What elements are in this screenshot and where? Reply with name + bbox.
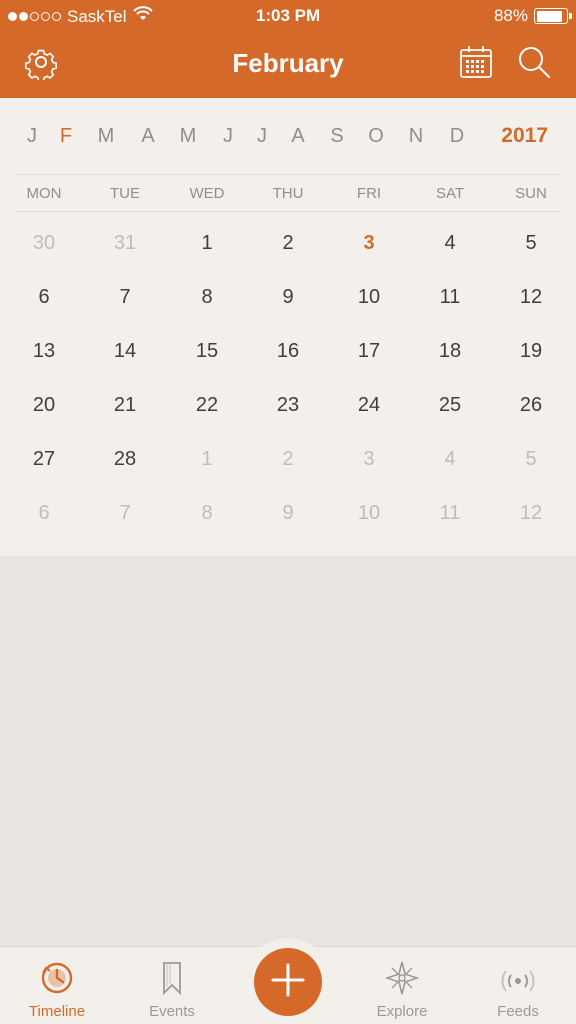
month-item[interactable]: S	[322, 125, 352, 148]
calendar-grid-icon	[458, 44, 494, 85]
day-cell[interactable]: 7	[95, 286, 155, 309]
day-cell[interactable]: 23	[258, 394, 318, 417]
search-button[interactable]	[514, 44, 554, 84]
calendar-view-button[interactable]	[456, 44, 496, 84]
day-cell[interactable]: 27	[14, 448, 74, 471]
battery-percent: 88%	[493, 6, 528, 25]
month-item[interactable]: M	[173, 125, 203, 148]
add-event-button[interactable]	[254, 948, 322, 1016]
day-cell[interactable]: 19	[501, 340, 561, 363]
status-time: 1:03 PM	[255, 6, 321, 25]
plus-icon	[270, 962, 306, 1003]
compass-star-icon	[385, 961, 419, 995]
weekday-label: SUN	[515, 185, 547, 202]
month-selector: 2017 JFMAMJJASOND	[0, 98, 576, 174]
search-icon	[516, 44, 552, 85]
tab-feeds[interactable]: Feeds	[468, 947, 568, 1024]
day-cell[interactable]: 30	[14, 232, 74, 255]
battery-icon	[534, 8, 572, 24]
day-cell[interactable]: 4	[420, 448, 480, 471]
day-cell[interactable]: 6	[14, 286, 74, 309]
month-item[interactable]: N	[401, 125, 431, 148]
weekday-label: SAT	[435, 185, 465, 202]
calendar-panel: 2017 JFMAMJJASOND MON TUE WED THU FRI SAT SUN …	[0, 98, 576, 556]
weekday-label: FRI	[356, 185, 382, 202]
day-cell[interactable]: 9	[258, 286, 318, 309]
day-cell[interactable]: 1	[177, 448, 237, 471]
day-cell[interactable]: 14	[95, 340, 155, 363]
day-cell[interactable]: 12	[501, 502, 561, 525]
day-cell[interactable]: 7	[95, 502, 155, 525]
timeline-empty-area	[0, 556, 576, 946]
day-cell[interactable]: 9	[258, 502, 318, 525]
month-item[interactable]: O	[361, 125, 391, 148]
day-cell[interactable]: 21	[95, 394, 155, 417]
day-cell[interactable]: 10	[339, 286, 399, 309]
day-cell[interactable]: 31	[95, 232, 155, 255]
month-item[interactable]: F	[51, 125, 81, 148]
day-cell[interactable]: 18	[420, 340, 480, 363]
month-item[interactable]: D	[442, 125, 472, 148]
bookmark-icon	[160, 961, 184, 995]
day-cell[interactable]: 17	[339, 340, 399, 363]
tab-events[interactable]: Events	[122, 947, 222, 1024]
day-cell[interactable]: 5	[501, 232, 561, 255]
day-cell[interactable]: 22	[177, 394, 237, 417]
day-cell[interactable]: 4	[420, 232, 480, 255]
day-cell[interactable]: 1	[177, 232, 237, 255]
day-cell[interactable]: 2	[258, 232, 318, 255]
tab-label: Explore	[376, 1003, 428, 1020]
weekday-label: WED	[189, 185, 225, 202]
day-cell[interactable]: 12	[501, 286, 561, 309]
month-item[interactable]: A	[133, 125, 163, 148]
day-cell[interactable]: 28	[95, 448, 155, 471]
tab-label: Feeds	[497, 1003, 539, 1020]
day-cell[interactable]: 25	[420, 394, 480, 417]
tab-explore[interactable]: Explore	[352, 947, 452, 1024]
month-item[interactable]: M	[91, 125, 121, 148]
month-item[interactable]: J	[213, 125, 243, 148]
header-bar: SaskTel 1:03 PM 88% February	[0, 0, 576, 98]
day-cell[interactable]: 11	[420, 502, 480, 525]
status-bar: SaskTel 1:03 PM 88%	[0, 0, 576, 32]
month-item[interactable]: A	[283, 125, 313, 148]
tab-timeline[interactable]: Timeline	[7, 947, 107, 1024]
weekday-label: TUE	[110, 185, 140, 202]
day-cell[interactable]: 15	[177, 340, 237, 363]
divider	[16, 211, 560, 212]
day-cell[interactable]: 5	[501, 448, 561, 471]
timeline-clock-icon	[40, 961, 74, 995]
day-cell[interactable]: 24	[339, 394, 399, 417]
weekday-label: MON	[26, 185, 62, 202]
day-cell[interactable]: 6	[14, 502, 74, 525]
day-cell[interactable]: 11	[420, 286, 480, 309]
day-cell[interactable]: 26	[501, 394, 561, 417]
tab-label: Events	[149, 1003, 195, 1020]
year-label[interactable]: 2017	[501, 124, 548, 148]
day-cell[interactable]: 8	[177, 286, 237, 309]
day-cell[interactable]: 3	[339, 448, 399, 471]
day-cell[interactable]: 16	[258, 340, 318, 363]
month-item[interactable]: J	[247, 125, 277, 148]
day-cell[interactable]: 2	[258, 448, 318, 471]
day-cell[interactable]: 20	[14, 394, 74, 417]
day-cell[interactable]: 8	[177, 502, 237, 525]
day-cell[interactable]: 13	[14, 340, 74, 363]
feeds-icon	[501, 961, 535, 995]
month-item[interactable]: J	[17, 125, 47, 148]
divider	[16, 174, 560, 175]
day-cell[interactable]: 10	[339, 502, 399, 525]
weekday-label: THU	[272, 185, 304, 202]
tab-label: Timeline	[28, 1003, 86, 1020]
day-cell-today[interactable]: 3	[339, 232, 399, 255]
